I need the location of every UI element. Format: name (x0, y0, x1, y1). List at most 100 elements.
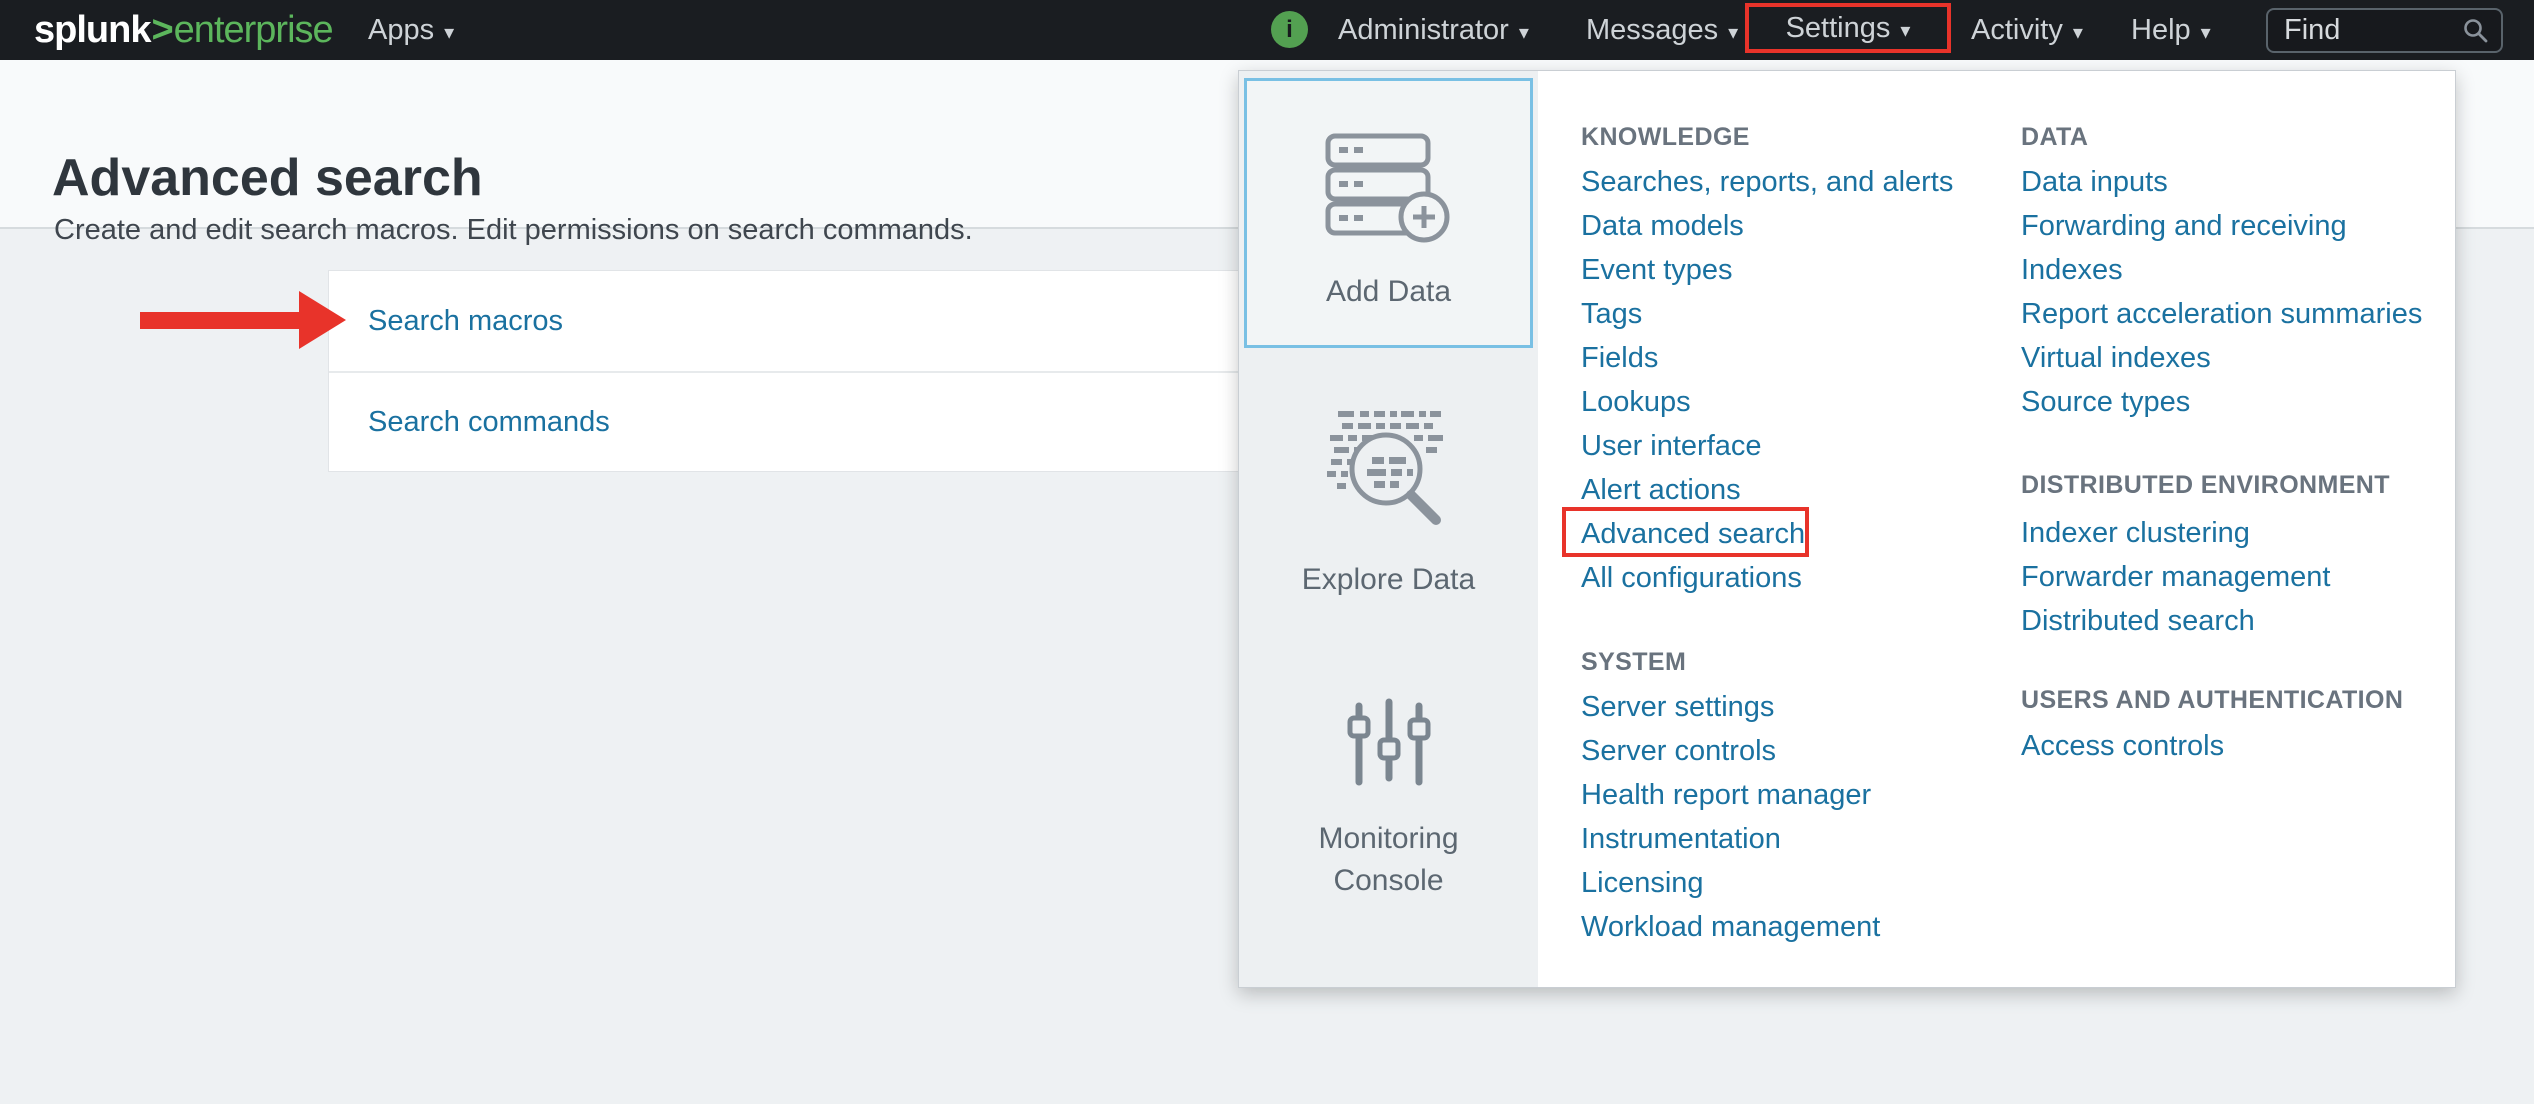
menu-item-data-inputs[interactable]: Data inputs (2021, 166, 2168, 199)
nav-apps-label: Apps (368, 14, 434, 47)
nav-administrator-menu[interactable]: Administrator ▾ (1338, 0, 1529, 60)
menu-item-data-models[interactable]: Data models (1581, 210, 1744, 243)
chevron-down-icon: ▾ (1900, 18, 1910, 43)
list-item: All configurations (1581, 556, 1953, 600)
menu-item-all-configurations[interactable]: All configurations (1581, 562, 1802, 595)
tile-monitoring-console-label: Monitoring Console (1274, 818, 1504, 902)
logo-product-text: enterprise (174, 9, 333, 52)
section-distributed-environment-header: DISTRIBUTED ENVIRONMENT (2021, 470, 2390, 500)
menu-item-alert-actions[interactable]: Alert actions (1581, 474, 1741, 507)
search-icon[interactable] (2462, 17, 2489, 44)
distributed-list: Indexer clustering Forwarder management … (2021, 511, 2390, 643)
chevron-down-icon: ▾ (1728, 20, 1738, 45)
list-item: Data models (1581, 204, 1953, 248)
logo-brand-text: splunk (34, 9, 150, 52)
find-search-box[interactable] (2266, 8, 2503, 53)
monitoring-console-icon (1345, 698, 1433, 790)
list-item: Source types (2021, 380, 2422, 424)
list-item: Licensing (1581, 861, 1880, 905)
menu-item-advanced-search[interactable]: Advanced search (1581, 518, 1805, 551)
tile-explore-data[interactable]: Explore Data (1244, 371, 1533, 636)
tile-add-data[interactable]: Add Data (1244, 78, 1533, 348)
nav-settings-label: Settings (1786, 12, 1891, 45)
info-glyph: i (1286, 16, 1293, 44)
section-data: DATA Data inputs Forwarding and receivin… (2021, 122, 2422, 424)
list-item: Lookups (1581, 380, 1953, 424)
red-arrow-shaft (140, 312, 303, 329)
menu-item-health-report-manager[interactable]: Health report manager (1581, 779, 1871, 812)
nav-messages-menu[interactable]: Messages ▾ (1586, 0, 1738, 60)
top-navbar: splunk>enterprise Apps ▾ i Administrator… (0, 0, 2534, 60)
tile-explore-data-label: Explore Data (1302, 559, 1475, 601)
list-item: Event types (1581, 248, 1953, 292)
nav-settings-menu-highlighted[interactable]: Settings ▾ (1745, 3, 1951, 53)
menu-item-event-types[interactable]: Event types (1581, 254, 1733, 287)
logo-gt-glyph: > (150, 9, 173, 52)
menu-item-distributed-search[interactable]: Distributed search (2021, 605, 2255, 638)
system-list: Server settings Server controls Health r… (1581, 685, 1880, 949)
nav-help-menu[interactable]: Help ▾ (2131, 0, 2211, 60)
users-list: Access controls (2021, 724, 2403, 768)
page-title: Advanced search (52, 148, 483, 208)
list-item: Distributed search (2021, 599, 2390, 643)
menu-item-forwarder-management[interactable]: Forwarder management (2021, 561, 2330, 594)
list-item: Data inputs (2021, 160, 2422, 204)
list-item: Health report manager (1581, 773, 1880, 817)
menu-item-server-controls[interactable]: Server controls (1581, 735, 1776, 768)
data-list: Data inputs Forwarding and receiving Ind… (2021, 160, 2422, 424)
menu-item-server-settings[interactable]: Server settings (1581, 691, 1774, 724)
list-item: Forwarding and receiving (2021, 204, 2422, 248)
list-item: Fields (1581, 336, 1953, 380)
list-item: Forwarder management (2021, 555, 2390, 599)
list-item: User interface (1581, 424, 1953, 468)
chevron-down-icon: ▾ (444, 20, 454, 45)
search-commands-link[interactable]: Search commands (368, 406, 610, 439)
menu-item-instrumentation[interactable]: Instrumentation (1581, 823, 1781, 856)
menu-item-workload-management[interactable]: Workload management (1581, 911, 1880, 944)
list-item: Virtual indexes (2021, 336, 2422, 380)
section-users-authentication: USERS AND AUTHENTICATION Access controls (2021, 685, 2403, 768)
splunk-enterprise-logo[interactable]: splunk>enterprise (34, 0, 333, 60)
section-users-authentication-header: USERS AND AUTHENTICATION (2021, 685, 2403, 715)
list-item: Workload management (1581, 905, 1880, 949)
section-knowledge: KNOWLEDGE Searches, reports, and alerts … (1581, 122, 1953, 600)
tile-add-data-label: Add Data (1326, 271, 1451, 313)
nav-activity-menu[interactable]: Activity ▾ (1971, 0, 2083, 60)
menu-item-indexer-clustering[interactable]: Indexer clustering (2021, 517, 2250, 550)
list-item: Tags (1581, 292, 1953, 336)
settings-menu-tile-column: Add Data (1239, 71, 1538, 987)
tile-monitoring-console[interactable]: Monitoring Console (1244, 656, 1533, 936)
menu-item-access-controls[interactable]: Access controls (2021, 730, 2224, 763)
nav-help-label: Help (2131, 14, 2191, 47)
menu-item-source-types[interactable]: Source types (2021, 386, 2190, 419)
settings-dropdown-menu: Add Data (1238, 70, 2456, 988)
menu-item-searches-reports-alerts[interactable]: Searches, reports, and alerts (1581, 166, 1953, 199)
chevron-down-icon: ▾ (1519, 20, 1529, 45)
list-item: Access controls (2021, 724, 2403, 768)
splunk-app: splunk>enterprise Apps ▾ i Administrator… (0, 0, 2534, 1104)
list-item: Server controls (1581, 729, 1880, 773)
find-search-input[interactable] (2268, 14, 2462, 47)
menu-item-lookups[interactable]: Lookups (1581, 386, 1691, 419)
search-macros-link[interactable]: Search macros (368, 305, 563, 338)
menu-item-user-interface[interactable]: User interface (1581, 430, 1762, 463)
nav-activity-label: Activity (1971, 14, 2063, 47)
list-item: Server settings (1581, 685, 1880, 729)
section-data-header: DATA (2021, 122, 2422, 152)
menu-item-licensing[interactable]: Licensing (1581, 867, 1704, 900)
section-distributed-environment: DISTRIBUTED ENVIRONMENT Indexer clusteri… (2021, 470, 2390, 643)
menu-item-virtual-indexes[interactable]: Virtual indexes (2021, 342, 2211, 375)
info-badge-icon[interactable]: i (1271, 11, 1308, 48)
menu-item-forwarding-receiving[interactable]: Forwarding and receiving (2021, 210, 2347, 243)
menu-item-fields[interactable]: Fields (1581, 342, 1658, 375)
nav-apps-menu[interactable]: Apps ▾ (368, 0, 454, 60)
list-item: Searches, reports, and alerts (1581, 160, 1953, 204)
page-subtitle: Create and edit search macros. Edit perm… (54, 214, 973, 247)
chevron-down-icon: ▾ (2201, 20, 2211, 45)
menu-item-tags[interactable]: Tags (1581, 298, 1642, 331)
nav-messages-label: Messages (1586, 14, 1718, 47)
add-data-icon (1325, 133, 1453, 243)
menu-item-indexes[interactable]: Indexes (2021, 254, 2123, 287)
knowledge-list: Searches, reports, and alerts Data model… (1581, 160, 1953, 600)
menu-item-report-acceleration-summaries[interactable]: Report acceleration summaries (2021, 298, 2422, 331)
